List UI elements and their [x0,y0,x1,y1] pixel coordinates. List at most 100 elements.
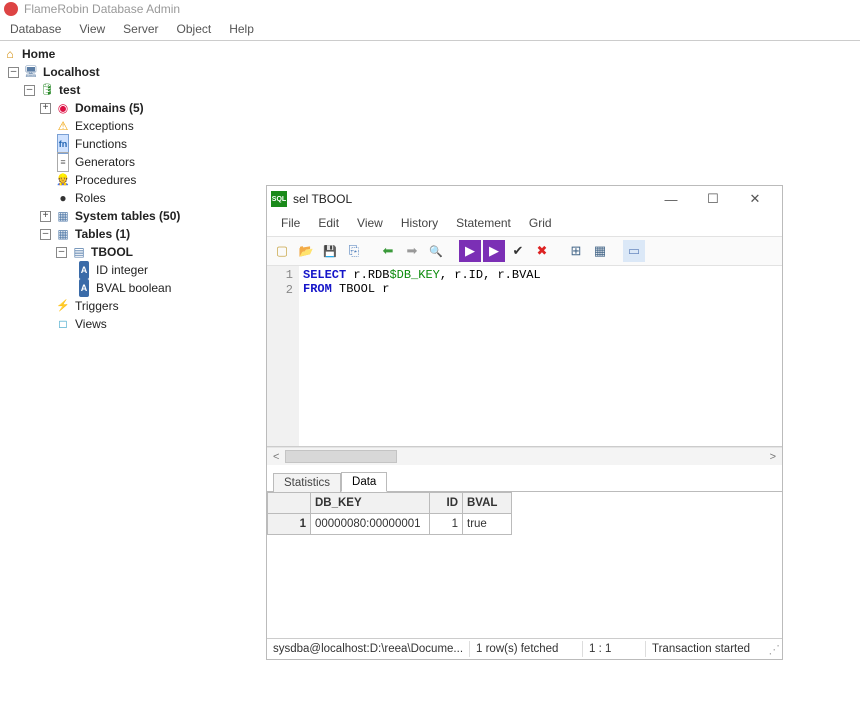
sql-statusbar: sysdba@localhost:D:\reea\Docume... 1 row… [267,638,782,659]
tree-functions[interactable]: Functions [75,135,127,153]
sql-editor-area: 1 2 SELECT r.RDB$DB_KEY, r.ID, r.BVAL FR… [267,266,782,447]
collapse-server[interactable]: – [8,67,19,78]
collapse-tbool[interactable]: – [56,247,67,258]
tab-data[interactable]: Data [341,472,387,492]
result-tabs: Statistics Data [267,465,782,491]
close-button[interactable]: ✕ [738,188,772,210]
commit-icon[interactable] [507,240,529,262]
editor-hscrollbar[interactable]: < > [267,447,782,465]
home-icon [2,47,18,61]
expand-domains[interactable]: + [40,103,51,114]
cell-id[interactable]: 1 [430,514,463,535]
status-cursor: 1 : 1 [583,641,646,657]
tree-procedures[interactable]: Procedures [75,171,136,189]
sql-menubar: File Edit View History Statement Grid [267,212,782,236]
status-transaction: Transaction started [646,641,766,657]
roles-icon [55,191,71,205]
menu-view[interactable]: View [71,20,113,38]
data-grid[interactable]: DB_KEY ID BVAL 1 00000080:00000001 1 tru… [267,491,782,638]
sql-menu-file[interactable]: File [273,214,308,232]
tree-tbool[interactable]: TBOOL [91,243,133,261]
rownum-header [268,493,311,514]
row-number: 1 [268,514,311,535]
generators-icon [55,155,71,169]
minimize-button[interactable]: — [654,188,688,210]
toggle-split-icon[interactable] [623,240,645,262]
tree-col-id[interactable]: ID integer [96,261,148,279]
menu-help[interactable]: Help [221,20,262,38]
column-icon [76,281,92,295]
server-icon [23,65,39,79]
tables-icon [55,227,71,241]
tree-home[interactable]: Home [22,45,55,63]
status-rows: 1 row(s) fetched [470,641,583,657]
tree-domains[interactable]: Domains (5) [75,99,144,117]
sql-menu-view[interactable]: View [349,214,391,232]
app-title: FlameRobin Database Admin [24,2,180,16]
new-icon[interactable] [271,240,293,262]
insert-icon[interactable] [589,240,611,262]
tree-roles[interactable]: Roles [75,189,106,207]
collapse-tables[interactable]: – [40,229,51,240]
sql-editor[interactable]: SELECT r.RDB$DB_KEY, r.ID, r.BVAL FROM T… [299,266,782,446]
tree-triggers[interactable]: Triggers [75,297,119,315]
sql-menu-statement[interactable]: Statement [448,214,519,232]
forward-icon[interactable] [401,240,423,262]
warning-icon [55,119,71,133]
back-icon[interactable] [377,240,399,262]
sql-editor-icon: SQL [271,191,287,207]
status-connection: sysdba@localhost:D:\reea\Docume... [267,641,470,657]
tree-generators[interactable]: Generators [75,153,135,171]
menu-object[interactable]: Object [169,20,220,38]
systables-icon [55,209,71,223]
execute-icon[interactable] [459,240,481,262]
tab-statistics[interactable]: Statistics [273,473,341,492]
app-titlebar: FlameRobin Database Admin [0,0,860,18]
sql-toolbar [267,236,782,266]
sql-menu-history[interactable]: History [393,214,446,232]
scroll-right-icon[interactable]: > [766,451,780,463]
table-icon [71,245,87,259]
triggers-icon [55,299,71,313]
main-menubar: Database View Server Object Help [0,18,860,41]
menu-server[interactable]: Server [115,20,166,38]
tree-views[interactable]: Views [75,315,107,333]
tree-tables[interactable]: Tables (1) [75,225,130,243]
col-header-dbkey[interactable]: DB_KEY [311,493,430,514]
col-header-bval[interactable]: BVAL [463,493,512,514]
resize-grip-icon[interactable]: ⋰ [766,642,782,656]
collapse-db[interactable]: – [24,85,35,96]
sql-menu-edit[interactable]: Edit [310,214,347,232]
database-icon [39,83,55,97]
cell-bval[interactable]: true [463,514,512,535]
expand-systables[interactable]: + [40,211,51,222]
functions-icon [55,137,71,151]
tree-systables[interactable]: System tables (50) [75,207,180,225]
line-number: 1 [267,268,299,283]
saveas-icon[interactable] [343,240,365,262]
column-icon [76,263,92,277]
sql-window-titlebar[interactable]: SQL sel TBOOL — ☐ ✕ [267,186,782,212]
tree-col-bval[interactable]: BVAL boolean [96,279,171,297]
history-icon[interactable] [425,240,447,262]
table-row[interactable]: 1 00000080:00000001 1 true [268,514,512,535]
execute-step-icon[interactable] [483,240,505,262]
tree-exceptions[interactable]: Exceptions [75,117,134,135]
line-gutter: 1 2 [267,266,299,446]
scroll-thumb[interactable] [285,450,397,463]
views-icon [55,317,71,331]
menu-database[interactable]: Database [2,20,69,38]
cell-dbkey[interactable]: 00000080:00000001 [311,514,430,535]
open-icon[interactable] [295,240,317,262]
rollback-icon[interactable] [531,240,553,262]
col-header-id[interactable]: ID [430,493,463,514]
tree-server[interactable]: Localhost [43,63,100,81]
save-icon[interactable] [319,240,341,262]
scroll-left-icon[interactable]: < [269,451,283,463]
maximize-button[interactable]: ☐ [696,188,730,210]
plan-icon[interactable] [565,240,587,262]
object-tree[interactable]: Home – Localhost – test + Domains (5) Ex… [0,41,261,337]
sql-menu-grid[interactable]: Grid [521,214,560,232]
sql-window-title: sel TBOOL [293,192,654,206]
tree-db[interactable]: test [59,81,80,99]
